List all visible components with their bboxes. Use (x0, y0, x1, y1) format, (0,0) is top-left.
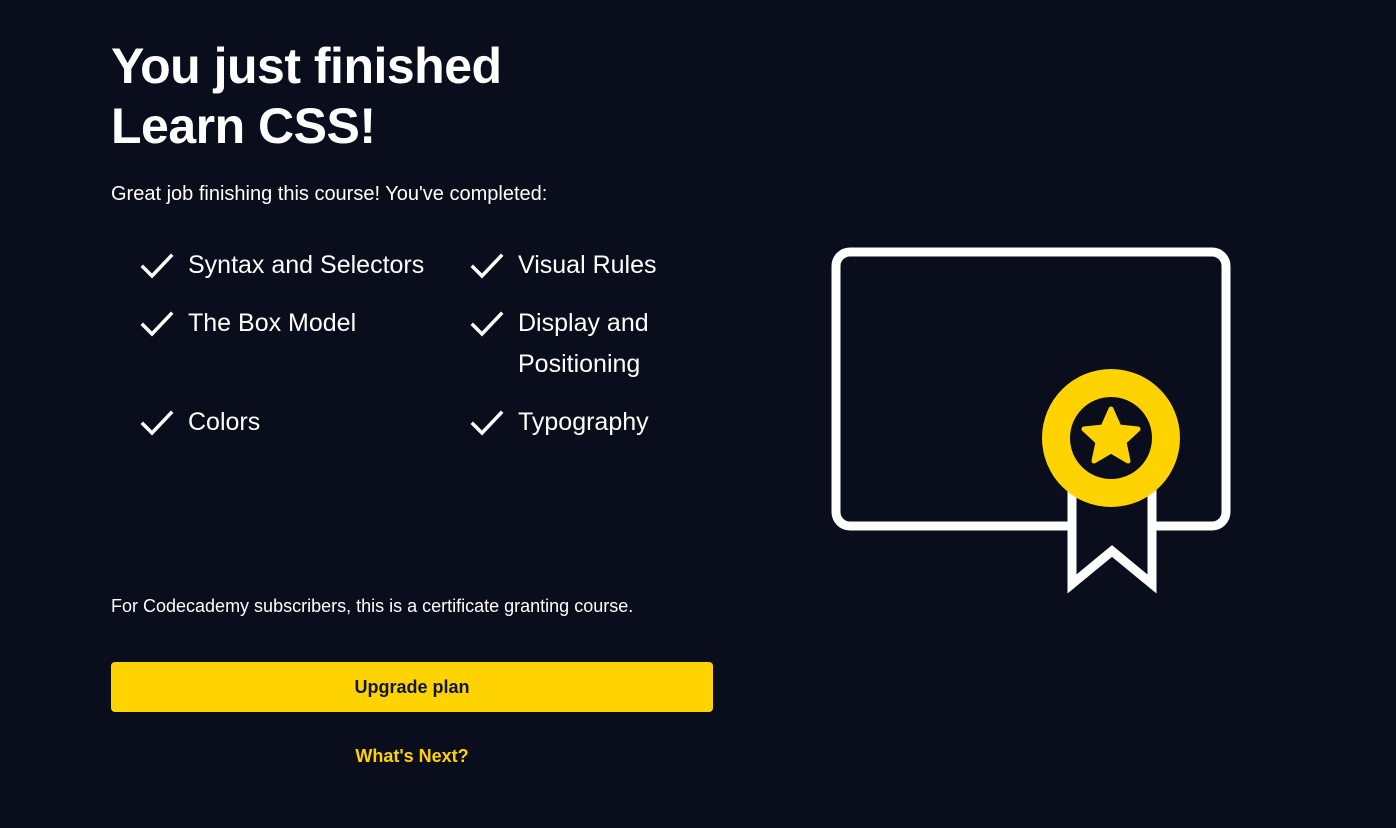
topic-label: Syntax and Selectors (188, 251, 425, 279)
check-icon (470, 311, 504, 337)
completion-subtitle: Great job finishing this course! You've … (111, 183, 548, 205)
topic-label: Visual Rules (518, 251, 657, 279)
topic-item-visual-rules: Visual Rules (470, 248, 720, 286)
topic-item-syntax-and-selectors: Syntax and Selectors (140, 248, 470, 286)
page-title: You just finished Learn CSS! (111, 36, 502, 156)
check-icon (470, 410, 504, 436)
topic-label: The Box Model (188, 309, 357, 337)
check-icon (140, 253, 174, 279)
topic-item-colors: Colors (140, 405, 470, 443)
topic-item-the-box-model: The Box Model (140, 306, 470, 385)
whats-next-link[interactable]: What's Next? (111, 744, 713, 768)
check-icon (470, 253, 504, 279)
check-icon (140, 410, 174, 436)
certificate-note: For Codecademy subscribers, this is a ce… (111, 596, 634, 616)
upgrade-plan-button[interactable]: Upgrade plan (111, 662, 713, 712)
topic-label: Display and Positioning (518, 309, 649, 378)
certificate-icon (831, 247, 1231, 594)
check-icon (140, 311, 174, 337)
topic-item-typography: Typography (470, 405, 720, 443)
topic-label: Colors (188, 408, 261, 436)
page-title-line-1: You just finished (111, 38, 502, 94)
topic-label: Typography (518, 408, 649, 436)
completed-topics-list: Syntax and Selectors Visual Rules The Bo… (140, 248, 720, 443)
award-star-icon (1042, 369, 1180, 507)
topic-item-display-and-positioning: Display and Positioning (470, 306, 720, 385)
page-title-line-2: Learn CSS! (111, 98, 376, 154)
